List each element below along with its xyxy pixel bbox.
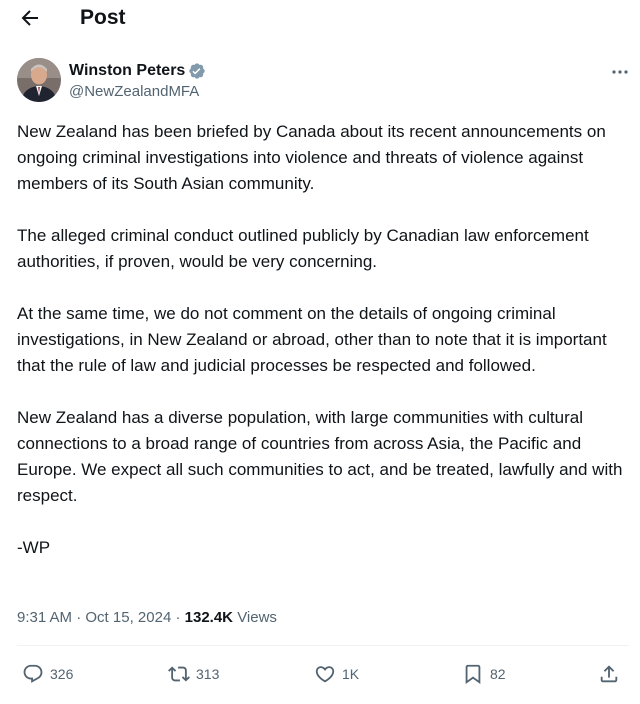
share-button[interactable] — [598, 662, 620, 686]
post-header: Post — [0, 0, 640, 38]
post-date[interactable]: Oct 15, 2024 — [85, 609, 171, 626]
author-name-text: Winston Peters — [69, 62, 186, 79]
post-paragraph: New Zealand has been briefed by Canada a… — [17, 122, 606, 193]
avatar[interactable] — [17, 58, 61, 102]
post-meta: 9:31 AM · Oct 15, 2024 · 132.4K Views — [17, 608, 277, 628]
post-paragraph: The alleged criminal conduct outlined pu… — [17, 226, 589, 271]
meta-separator: · — [175, 609, 181, 626]
reply-icon — [23, 664, 43, 683]
divider — [17, 645, 629, 646]
more-horizontal-icon — [612, 70, 628, 74]
verified-badge-icon — [188, 62, 206, 80]
page-title: Post — [80, 6, 126, 29]
back-button[interactable] — [18, 6, 42, 30]
views-count: 132.4K — [184, 609, 234, 626]
like-count: 1K — [342, 666, 360, 682]
bookmark-icon — [465, 664, 481, 685]
meta-separator: · — [76, 609, 82, 626]
reply-count: 326 — [50, 666, 74, 682]
author-name[interactable]: Winston Peters — [69, 61, 206, 81]
avatar-image — [17, 58, 61, 102]
post-paragraph: At the same time, we do not comment on t… — [17, 304, 607, 375]
more-options-button[interactable] — [608, 62, 632, 82]
repost-icon — [168, 666, 190, 682]
arrow-left-icon — [21, 10, 38, 26]
heart-icon — [315, 666, 335, 683]
reply-button[interactable]: 326 — [22, 662, 73, 686]
repost-count: 313 — [196, 666, 220, 682]
views-label: Views — [237, 609, 277, 626]
bookmark-count: 82 — [490, 666, 506, 682]
repost-button[interactable]: 313 — [168, 662, 219, 686]
bookmark-button[interactable]: 82 — [462, 662, 506, 686]
author-handle[interactable]: @NewZealandMFA — [69, 83, 199, 101]
post-signature: -WP — [17, 538, 51, 557]
like-button[interactable]: 1K — [314, 662, 359, 686]
post-text: New Zealand has been briefed by Canada a… — [17, 119, 629, 587]
post-paragraph: New Zealand has a diverse population, wi… — [17, 408, 623, 505]
share-icon — [600, 665, 618, 683]
post-time[interactable]: 9:31 AM — [17, 609, 72, 626]
